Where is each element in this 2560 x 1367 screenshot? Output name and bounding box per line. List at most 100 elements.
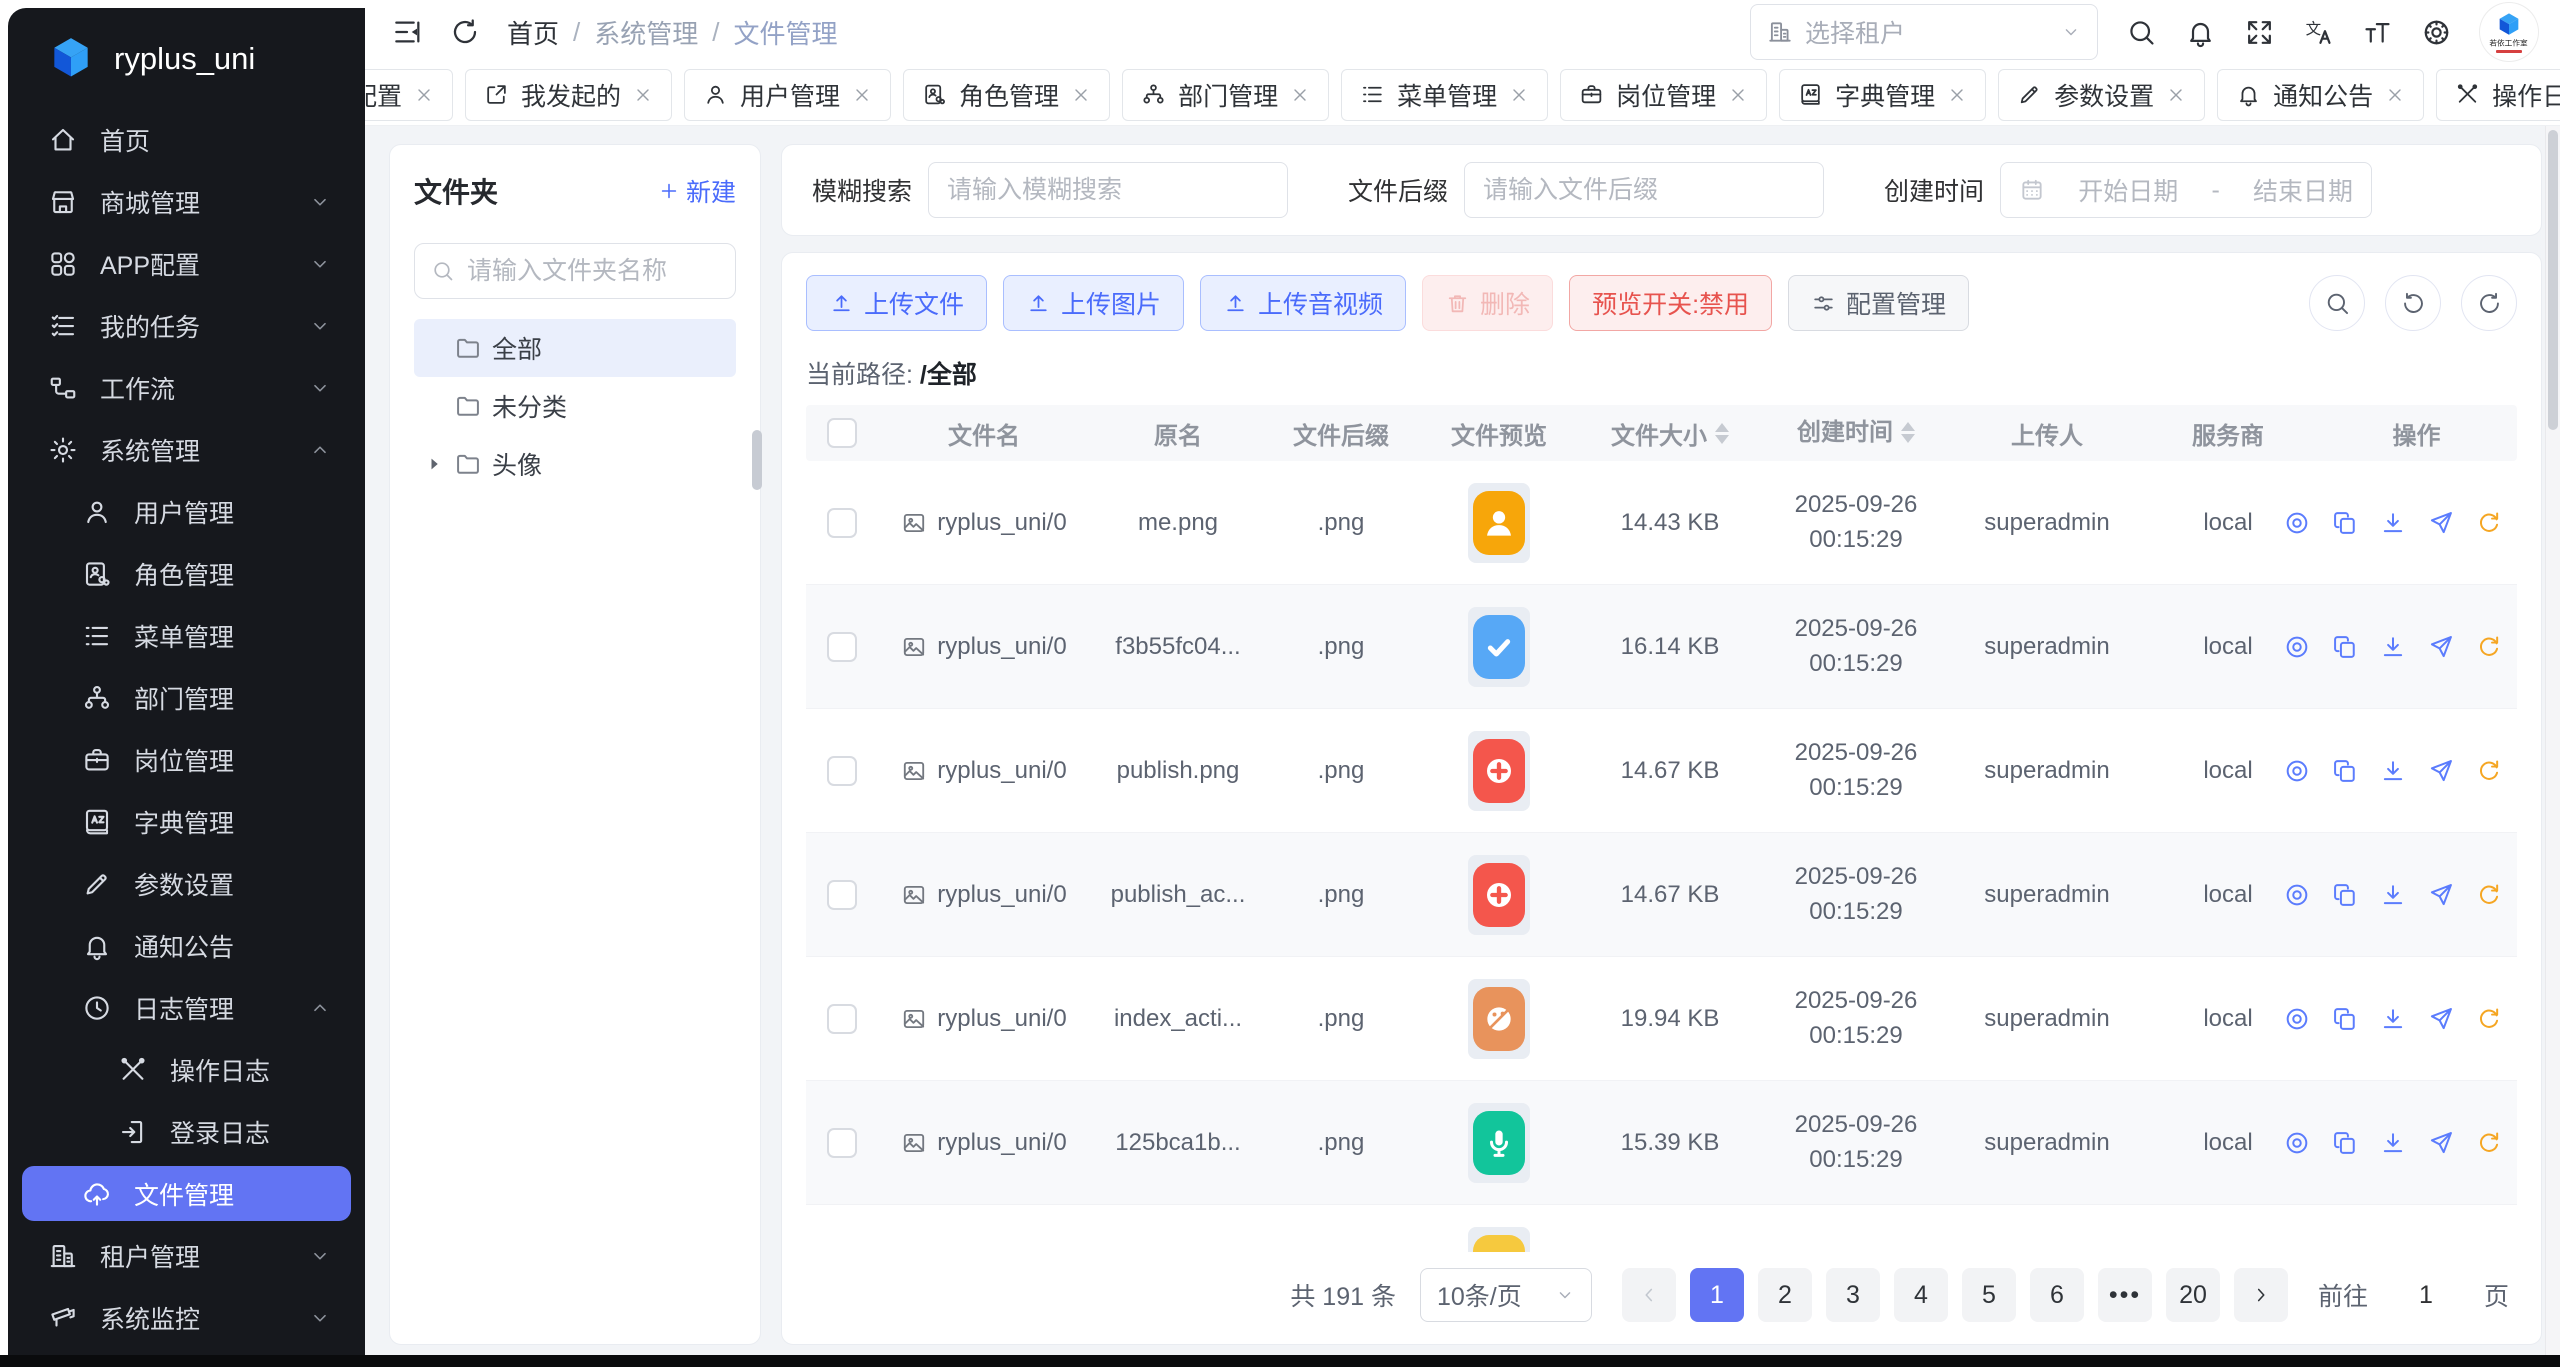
file-preview-thumb[interactable] <box>1468 1103 1530 1183</box>
download-action-icon[interactable] <box>2379 1005 2407 1033</box>
close-icon[interactable] <box>633 85 653 105</box>
page-button-6[interactable]: 6 <box>2030 1268 2084 1322</box>
tenant-select[interactable]: 选择租户 <box>1750 4 2098 60</box>
next-page-button[interactable] <box>2234 1268 2288 1322</box>
sidebar-item-bell[interactable]: 通知公告 <box>22 918 351 973</box>
copy-action-icon[interactable] <box>2331 881 2359 909</box>
tab-external[interactable]: 我发起的 <box>465 69 672 121</box>
delete-button[interactable]: 删除 <box>1422 275 1553 331</box>
preview-action-icon[interactable] <box>2283 1005 2311 1033</box>
sidebar-item-post[interactable]: 岗位管理 <box>22 732 351 787</box>
download-action-icon[interactable] <box>2379 633 2407 661</box>
row-checkbox[interactable] <box>827 632 857 662</box>
folder-tree-item-all[interactable]: 全部 <box>414 319 736 377</box>
language-translate-icon[interactable]: 文 <box>2303 17 2334 48</box>
sidebar-item-cloud[interactable]: 文件管理 <box>22 1166 351 1221</box>
send-action-icon[interactable] <box>2427 757 2455 785</box>
close-icon[interactable] <box>2385 85 2405 105</box>
tab-clipped[interactable]: 配置 <box>365 69 453 121</box>
download-action-icon[interactable] <box>2379 509 2407 537</box>
sidebar-item-gear[interactable]: 系统管理 <box>22 422 351 477</box>
sidebar-item-user[interactable]: 用户管理 <box>22 484 351 539</box>
refresh-action-icon[interactable] <box>2475 509 2503 537</box>
sidebar-item-clock[interactable]: 日志管理 <box>22 980 351 1035</box>
upload-image-button[interactable]: 上传图片 <box>1003 275 1184 331</box>
preview-action-icon[interactable] <box>2283 1129 2311 1157</box>
sidebar-item-dept[interactable]: 部门管理 <box>22 670 351 725</box>
send-action-icon[interactable] <box>2427 509 2455 537</box>
send-action-icon[interactable] <box>2427 633 2455 661</box>
close-icon[interactable] <box>2166 85 2186 105</box>
page-scrollbar-thumb[interactable] <box>2548 130 2558 430</box>
file-preview-thumb[interactable] <box>1468 855 1530 935</box>
fullscreen-icon[interactable] <box>2244 17 2275 48</box>
tab-bell[interactable]: 通知公告 <box>2217 69 2424 121</box>
file-preview-thumb[interactable] <box>1468 483 1530 563</box>
copy-action-icon[interactable] <box>2331 1129 2359 1157</box>
caret-right-icon[interactable] <box>424 454 444 474</box>
goto-page-input[interactable] <box>2382 1268 2470 1322</box>
sort-carets-icon[interactable] <box>1715 423 1729 444</box>
download-action-icon[interactable] <box>2379 757 2407 785</box>
sidebar-item-login[interactable]: 登录日志 <box>22 1104 351 1159</box>
close-icon[interactable] <box>852 85 872 105</box>
collapse-sidebar-icon[interactable] <box>391 16 423 48</box>
tab-dict[interactable]: 字典管理 <box>1779 69 1986 121</box>
fuzzy-search-input[interactable] <box>947 176 1269 205</box>
page-button-5[interactable]: 5 <box>1962 1268 2016 1322</box>
copy-action-icon[interactable] <box>2331 1005 2359 1033</box>
send-action-icon[interactable] <box>2427 881 2455 909</box>
file-suffix-input[interactable] <box>1483 176 1805 205</box>
page-button-4[interactable]: 4 <box>1894 1268 1948 1322</box>
page-size-select[interactable]: 10条/页 <box>1420 1268 1592 1322</box>
sidebar-item-store[interactable]: 商城管理 <box>22 174 351 229</box>
sidebar-item-role[interactable]: 角色管理 <box>22 546 351 601</box>
select-all-checkbox[interactable] <box>827 418 857 448</box>
user-avatar[interactable]: 若依工作室 <box>2480 3 2538 61</box>
row-checkbox[interactable] <box>827 756 857 786</box>
row-checkbox[interactable] <box>827 508 857 538</box>
refresh-action-icon[interactable] <box>2475 633 2503 661</box>
sidebar-item-grid[interactable]: APP配置 <box>22 236 351 291</box>
page-scrollbar[interactable] <box>2545 126 2560 1355</box>
sidebar-item-pen[interactable]: 参数设置 <box>22 856 351 911</box>
upload-file-button[interactable]: 上传文件 <box>806 275 987 331</box>
tab-tools[interactable]: 操作日志 <box>2436 69 2560 121</box>
row-checkbox[interactable] <box>827 1004 857 1034</box>
page-ellipsis[interactable]: ••• <box>2098 1268 2152 1322</box>
folder-search-input[interactable] <box>467 257 719 286</box>
sidebar-item-workflow[interactable]: 工作流 <box>22 360 351 415</box>
file-preview-thumb[interactable] <box>1468 1227 1530 1253</box>
preview-toggle-button[interactable]: 预览开关:禁用 <box>1569 275 1772 331</box>
sidebar-item-tasks[interactable]: 我的任务 <box>22 298 351 353</box>
download-action-icon[interactable] <box>2379 881 2407 909</box>
row-checkbox[interactable] <box>827 880 857 910</box>
refresh-action-icon[interactable] <box>2475 1005 2503 1033</box>
preview-action-icon[interactable] <box>2283 757 2311 785</box>
sidebar-item-home[interactable]: 首页 <box>22 112 351 167</box>
close-icon[interactable] <box>414 85 434 105</box>
tab-post[interactable]: 岗位管理 <box>1560 69 1767 121</box>
inner-scrollbar-thumb[interactable] <box>752 430 762 490</box>
refresh-page-icon[interactable] <box>449 16 481 48</box>
refresh-action-icon[interactable] <box>2475 881 2503 909</box>
page-button-1[interactable]: 1 <box>1690 1268 1744 1322</box>
close-icon[interactable] <box>1290 85 1310 105</box>
close-icon[interactable] <box>1509 85 1529 105</box>
close-icon[interactable] <box>1071 85 1091 105</box>
date-range-picker[interactable]: 开始日期 - 结束日期 <box>2000 162 2372 218</box>
copy-action-icon[interactable] <box>2331 633 2359 661</box>
refresh-action-icon[interactable] <box>2475 757 2503 785</box>
close-icon[interactable] <box>1947 85 1967 105</box>
preview-action-icon[interactable] <box>2283 881 2311 909</box>
preview-action-icon[interactable] <box>2283 633 2311 661</box>
copy-action-icon[interactable] <box>2331 509 2359 537</box>
tab-user[interactable]: 用户管理 <box>684 69 891 121</box>
file-preview-thumb[interactable] <box>1468 979 1530 1059</box>
copy-action-icon[interactable] <box>2331 757 2359 785</box>
file-preview-thumb[interactable] <box>1468 731 1530 811</box>
tab-pen[interactable]: 参数设置 <box>1998 69 2205 121</box>
search-icon[interactable] <box>2126 17 2157 48</box>
folder-tree-item-uncategorized[interactable]: 未分类 <box>414 377 736 435</box>
page-button-20[interactable]: 20 <box>2166 1268 2220 1322</box>
